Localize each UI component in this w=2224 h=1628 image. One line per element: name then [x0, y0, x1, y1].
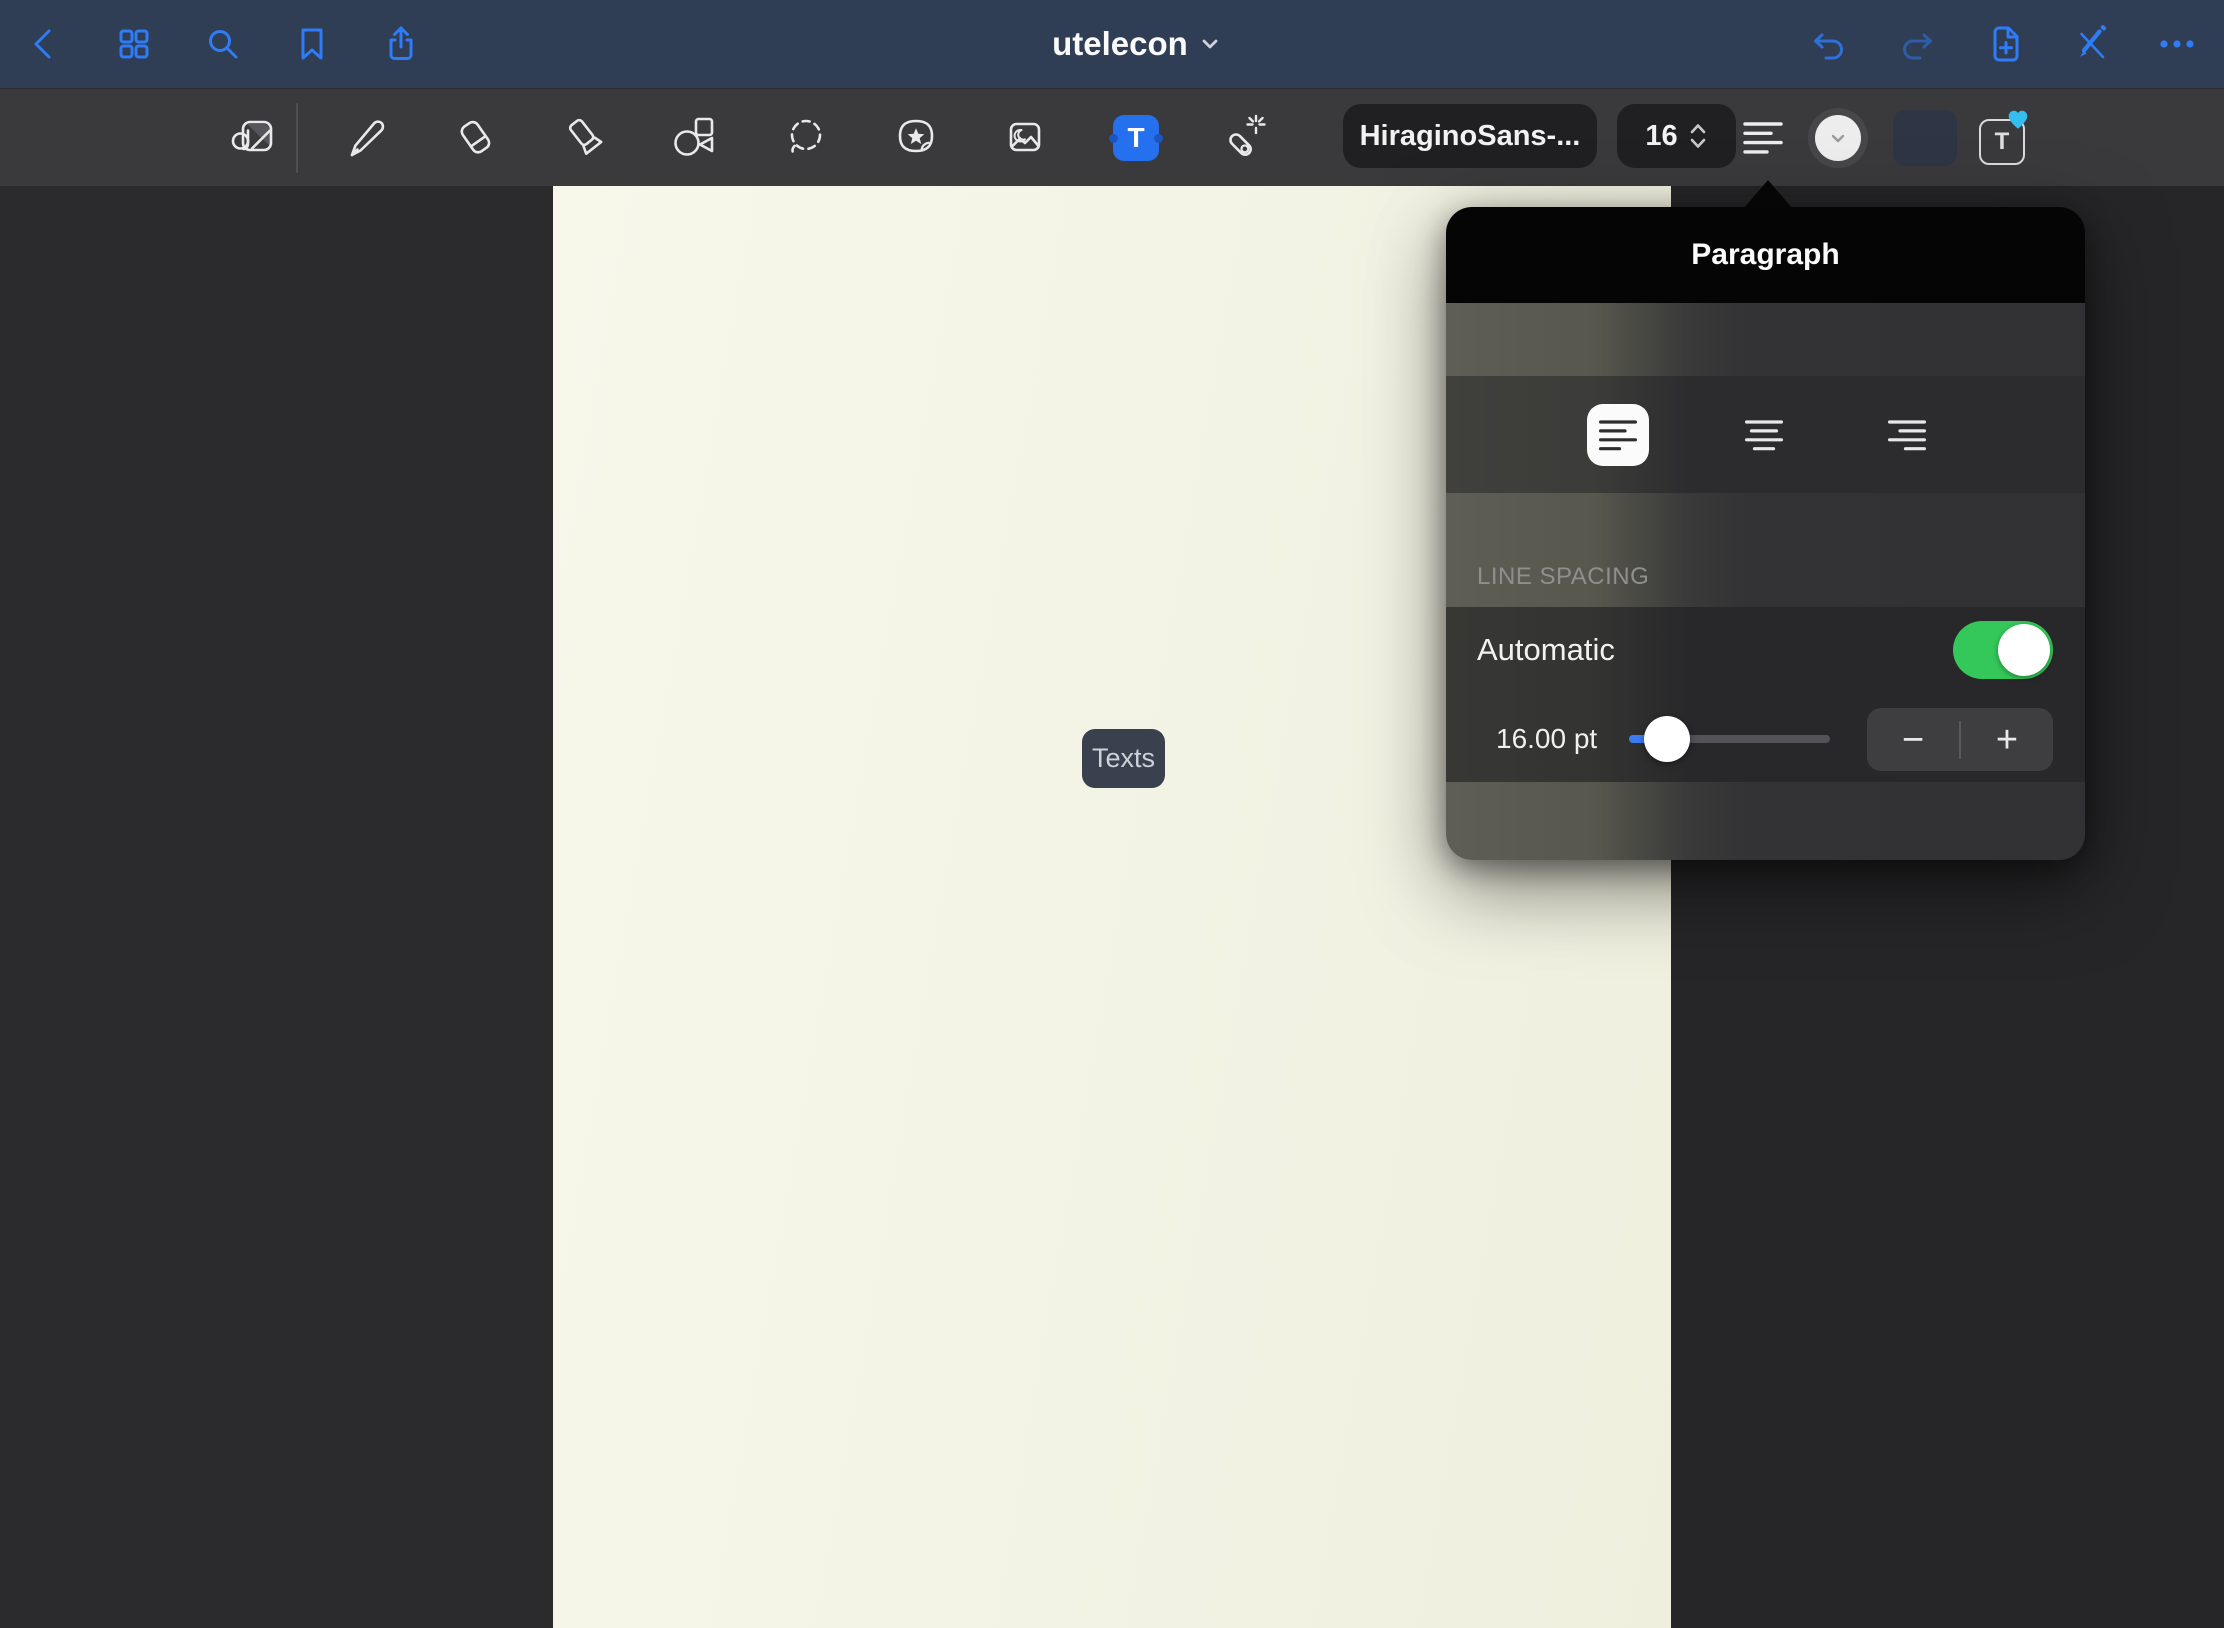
popover-band: [1446, 303, 2085, 376]
lasso-tool-button[interactable]: [778, 110, 834, 166]
search-icon: [201, 22, 245, 66]
eraser-icon: [448, 110, 504, 166]
line-spacing-stepper: − +: [1867, 708, 2053, 771]
alignment-group: [1446, 376, 2085, 493]
back-button[interactable]: [23, 22, 67, 66]
paragraph-popover: Paragraph LINE SPACING Autom: [1446, 207, 2085, 860]
popover-title: Paragraph: [1691, 238, 1839, 272]
search-button[interactable]: [201, 22, 245, 66]
scribble-tool-button[interactable]: [226, 110, 282, 166]
navbar: utelecon: [0, 0, 2224, 88]
eraser-tool-button[interactable]: [448, 110, 504, 166]
grid-icon: [112, 22, 156, 66]
undo-icon: [1807, 22, 1851, 66]
notes-app-window: utelecon: [0, 0, 2224, 1628]
shapes-icon: [666, 110, 722, 166]
line-spacing-section-label: LINE SPACING: [1477, 563, 1649, 591]
popover-header: Paragraph: [1446, 207, 2085, 303]
popover-band: [1446, 782, 2085, 860]
decrease-button[interactable]: −: [1867, 708, 1959, 771]
increase-button[interactable]: +: [1961, 708, 2053, 771]
align-center-glyph-icon: [1745, 419, 1783, 452]
pen-icon: [338, 110, 394, 166]
favorite-text-style-button[interactable]: T: [1972, 110, 2028, 166]
shapes-tool-button[interactable]: [666, 110, 722, 166]
line-spacing-controls: Automatic 16.00 pt − +: [1446, 607, 2085, 782]
image-icon: [997, 110, 1053, 166]
text-object[interactable]: Texts: [1082, 729, 1165, 788]
font-family-label: HiraginoSans-...: [1360, 120, 1581, 153]
pencil-cross-icon: [2069, 22, 2113, 66]
text-tool-selected-icon: T: [1113, 115, 1159, 161]
add-page-button[interactable]: [1983, 22, 2027, 66]
inactive-style-swatch: [1893, 110, 1957, 166]
end-editing-button[interactable]: [2069, 22, 2113, 66]
automatic-label: Automatic: [1477, 632, 1615, 668]
color-well: [1815, 115, 1861, 161]
sticker-icon: [888, 110, 944, 166]
text-handle-right: [1154, 134, 1163, 143]
sticker-tool-button[interactable]: [888, 110, 944, 166]
automatic-toggle[interactable]: [1953, 621, 2053, 679]
font-size-label: 16: [1645, 120, 1677, 153]
chevron-down-icon: [1200, 34, 1220, 54]
font-family-button[interactable]: HiraginoSans-...: [1343, 104, 1597, 168]
toolbar-divider: [296, 103, 298, 173]
text-handle-left: [1109, 134, 1118, 143]
page-grid-button[interactable]: [112, 22, 156, 66]
undo-button[interactable]: [1807, 22, 1851, 66]
page-title: utelecon: [1052, 25, 1188, 63]
share-icon: [379, 22, 423, 66]
back-chevron-icon: [23, 22, 67, 66]
heart-icon: [2006, 108, 2030, 132]
image-tool-button[interactable]: [997, 110, 1053, 166]
highlighter-icon: [558, 110, 614, 166]
align-left-glyph-icon: [1599, 419, 1637, 452]
more-button[interactable]: [2155, 22, 2199, 66]
paragraph-options-button[interactable]: [1735, 110, 1791, 166]
line-spacing-slider[interactable]: [1629, 708, 1830, 770]
add-page-icon: [1983, 22, 2027, 66]
text-color-swatch[interactable]: [1808, 108, 1868, 168]
ellipsis-icon: [2155, 22, 2199, 66]
highlighter-tool-button[interactable]: [558, 110, 614, 166]
document-title-button[interactable]: utelecon: [1016, 0, 1256, 88]
lasso-icon: [778, 110, 834, 166]
bookmark-icon: [290, 22, 334, 66]
up-down-chevrons-icon: [1688, 119, 1708, 153]
align-center-button[interactable]: [1718, 389, 1810, 481]
pen-tool-button[interactable]: [338, 110, 394, 166]
redo-icon: [1895, 22, 1939, 66]
text-tool-button[interactable]: T: [1108, 110, 1164, 166]
align-right-button[interactable]: [1861, 389, 1953, 481]
align-right-glyph-icon: [1888, 419, 1926, 452]
font-size-stepper[interactable]: 16: [1617, 104, 1736, 168]
toggle-knob: [1998, 624, 2050, 676]
align-left-button[interactable]: [1572, 389, 1664, 481]
laser-pointer-icon: [1218, 110, 1274, 166]
slider-knob[interactable]: [1644, 716, 1690, 762]
laser-pointer-tool-button[interactable]: [1218, 110, 1274, 166]
bookmark-button[interactable]: [290, 22, 334, 66]
line-spacing-value: 16.00 pt: [1496, 723, 1597, 755]
redo-button[interactable]: [1895, 22, 1939, 66]
tools-toolbar: T HiraginoSans-... 16: [0, 88, 2224, 186]
align-left-icon: [1743, 120, 1783, 156]
scribble-icon: [226, 110, 282, 166]
share-button[interactable]: [379, 22, 423, 66]
chevron-down-small-icon: [1829, 130, 1847, 146]
